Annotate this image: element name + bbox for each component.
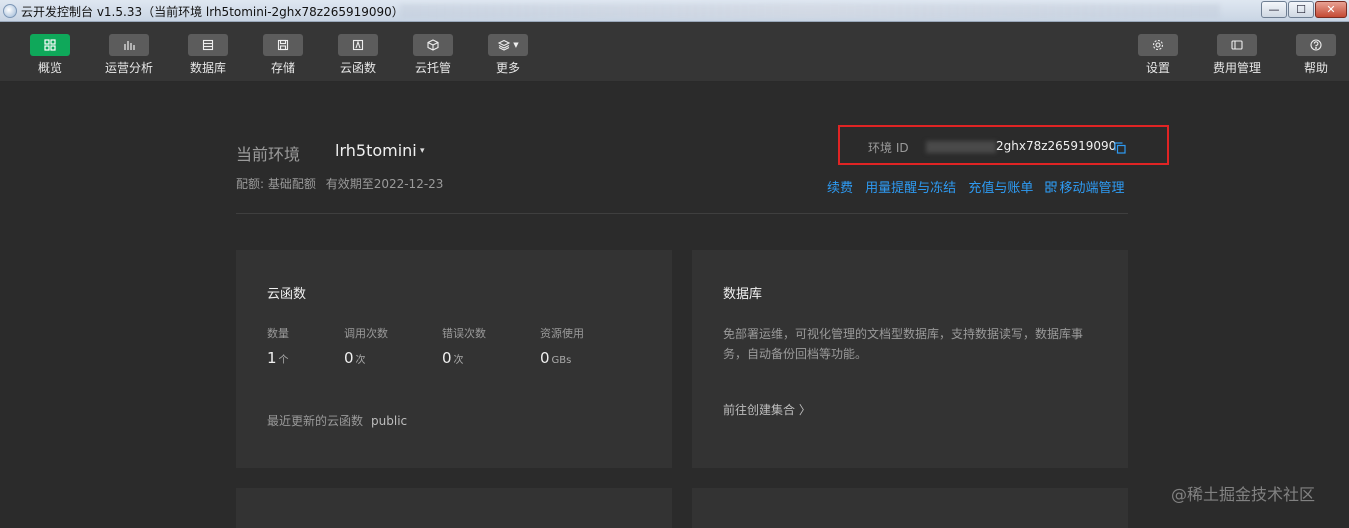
tool-label: 帮助: [1303, 61, 1328, 75]
card-placeholder: [236, 488, 672, 528]
tool-database[interactable]: 数据库: [178, 34, 238, 76]
stat-resource-usage: 资源使用 0 GBs: [540, 325, 584, 367]
layers-dropdown-icon: ▼: [488, 34, 528, 56]
tool-label: 费用管理: [1212, 61, 1261, 75]
stat-label: 资源使用: [540, 327, 584, 340]
app-icon: [3, 4, 17, 18]
card-placeholder: [692, 488, 1128, 528]
tool-billing[interactable]: 费用管理: [1207, 34, 1267, 76]
env-links: 续费 用量提醒与冻结 充值与账单 移动端管理: [827, 177, 1132, 196]
card-title: 数据库: [723, 287, 763, 302]
cube-icon: [413, 34, 453, 56]
minimize-button[interactable]: —: [1261, 1, 1287, 18]
card-title: 云函数: [267, 287, 307, 302]
tool-label: 设置: [1145, 61, 1170, 75]
renew-link[interactable]: 续费: [827, 181, 853, 196]
quota-text: 配额: 基础配额: [236, 177, 316, 191]
recharge-link[interactable]: 充值与账单: [968, 181, 1033, 196]
tool-help[interactable]: 帮助: [1286, 34, 1346, 76]
tool-analytics[interactable]: 运营分析: [99, 34, 159, 76]
main-toolbar: 概览 运营分析 数据库 存储 云函数 云托管 ▼ 更多 设置 费用管理 帮助: [0, 22, 1349, 82]
expiry-text: 有效期至2022-12-23: [325, 177, 444, 191]
gear-icon: [1138, 34, 1178, 56]
tool-label: 概览: [37, 61, 62, 75]
maximize-button[interactable]: ☐: [1288, 1, 1314, 18]
grid-icon: [30, 34, 70, 56]
chevron-down-icon[interactable]: ▾: [420, 146, 425, 156]
env-id-value: 2ghx78z265919090: [996, 139, 1117, 153]
blurred-taskbar-area: [400, 4, 1220, 18]
recent-function-link[interactable]: public: [371, 414, 407, 428]
stat-errors: 错误次数 0次: [442, 325, 486, 367]
tool-functions[interactable]: 云函数: [328, 34, 388, 76]
stat-unit: 个: [278, 355, 289, 366]
database-icon: [188, 34, 228, 56]
window-title: 云开发控制台 v1.5.33（当前环境 lrh5tomini-2ghx78z26…: [21, 5, 404, 19]
current-env-label: 当前环境: [236, 145, 301, 164]
tool-settings[interactable]: 设置: [1128, 34, 1188, 76]
create-collection-link[interactable]: 前往创建集合 〉: [723, 401, 811, 418]
stat-value: 0: [442, 349, 452, 367]
mobile-management-label: 移动端管理: [1059, 181, 1125, 196]
function-icon: [338, 34, 378, 56]
tool-label: 数据库: [189, 61, 226, 75]
window-title-bar: 云开发控制台 v1.5.33（当前环境 lrh5tomini-2ghx78z26…: [0, 0, 1349, 22]
tool-cloud-hosting[interactable]: 云托管: [403, 34, 463, 76]
recent-function-label: 最近更新的云函数: [267, 414, 364, 428]
stat-value: 1: [267, 349, 277, 367]
stat-count: 数量 1个: [267, 325, 289, 367]
env-id-label: 环境 ID: [868, 141, 909, 155]
tool-label: 云函数: [339, 61, 376, 75]
env-selector[interactable]: lrh5tomini: [335, 141, 417, 160]
tool-label: 更多: [495, 61, 520, 75]
cloud-functions-card: 云函数 数量 1个 调用次数 0次 错误次数 0次 资源使用 0 GBs 最近更新…: [236, 250, 672, 468]
stat-unit: GBs: [551, 355, 572, 366]
stat-label: 数量: [267, 327, 289, 340]
help-icon: [1296, 34, 1336, 56]
tool-label: 运营分析: [104, 61, 153, 75]
stat-unit: 次: [453, 355, 464, 366]
stat-label: 错误次数: [442, 327, 486, 340]
billing-icon: [1217, 34, 1257, 56]
stat-value: 0: [540, 349, 550, 367]
tool-more[interactable]: ▼ 更多: [478, 34, 538, 76]
database-card: 数据库 免部署运维，可视化管理的文档型数据库，支持数据读写，数据库事务，自动备份…: [692, 250, 1128, 468]
mobile-management-link[interactable]: 移动端管理: [1045, 181, 1124, 196]
tool-label: 存储: [270, 61, 295, 75]
database-description: 免部署运维，可视化管理的文档型数据库，支持数据读写，数据库事务，自动备份回档等功…: [723, 327, 1084, 361]
stat-label: 调用次数: [344, 327, 388, 340]
usage-alert-link[interactable]: 用量提醒与冻结: [865, 181, 956, 196]
env-id-redacted: [926, 141, 996, 153]
stat-value: 0: [344, 349, 354, 367]
header-divider: [236, 213, 1128, 214]
stat-unit: 次: [355, 355, 366, 366]
close-button[interactable]: ✕: [1315, 1, 1347, 18]
tool-overview[interactable]: 概览: [20, 34, 80, 76]
qr-code-icon: [1045, 181, 1058, 193]
recent-function: 最近更新的云函数 public: [267, 412, 407, 429]
watermark: @稀土掘金技术社区: [1171, 485, 1316, 504]
tool-storage[interactable]: 存储: [253, 34, 313, 76]
overview-page: 当前环境 lrh5tomini ▾ 配额: 基础配额 有效期至2022-12-2…: [0, 83, 1349, 528]
bar-chart-icon: [109, 34, 149, 56]
tool-label: 云托管: [414, 61, 451, 75]
copy-icon[interactable]: [1114, 142, 1126, 154]
quota-info: 配额: 基础配额 有效期至2022-12-23: [236, 175, 443, 192]
save-icon: [263, 34, 303, 56]
stat-invocations: 调用次数 0次: [344, 325, 388, 367]
